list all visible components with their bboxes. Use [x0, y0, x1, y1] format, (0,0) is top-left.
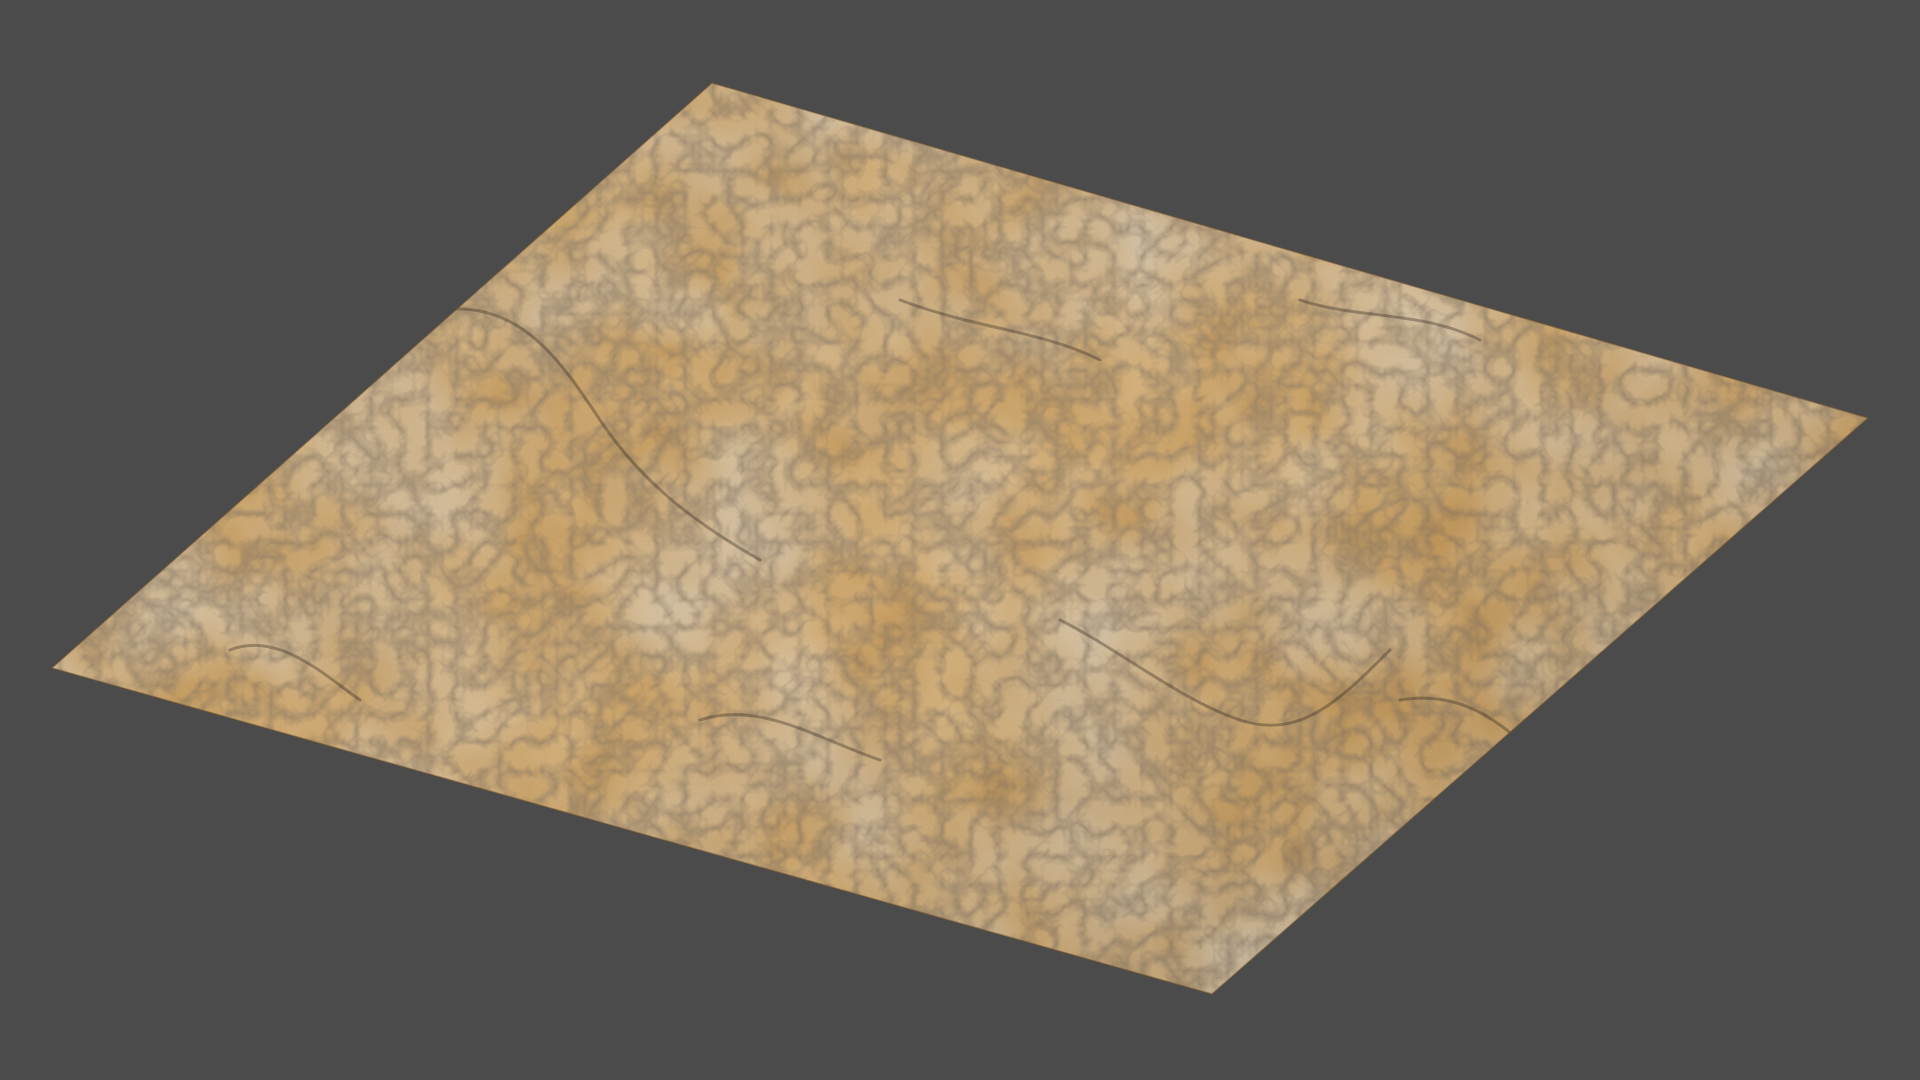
- terrain-render: [50, 82, 1870, 995]
- 3d-viewport[interactable]: [0, 0, 1920, 1080]
